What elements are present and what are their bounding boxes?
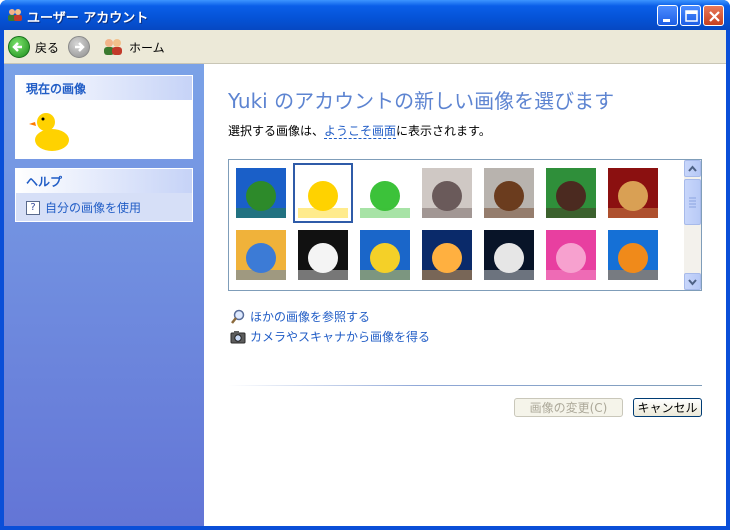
magnifier-icon: [231, 309, 245, 324]
camera-scanner-label: カメラやスキャナから画像を得る: [250, 330, 431, 344]
title-bar[interactable]: ユーザー アカウント: [0, 0, 730, 30]
picture-karate[interactable]: [422, 168, 472, 218]
picture-frog[interactable]: [360, 168, 410, 218]
picture-flower[interactable]: [546, 230, 596, 280]
minimize-icon: [663, 19, 670, 22]
help-title: ヘルプ: [16, 169, 192, 193]
toolbar: 戻る ホーム: [4, 30, 726, 64]
camera-scanner-link[interactable]: カメラやスキャナから画像を得る: [230, 328, 430, 345]
home-label: ホーム: [129, 40, 165, 55]
user-accounts-icon: [8, 9, 22, 21]
picture-fish-image: [608, 230, 658, 280]
picture-skateboarder[interactable]: [546, 168, 596, 218]
picture-karate-image: [422, 168, 472, 218]
forward-button[interactable]: [68, 35, 90, 59]
main-content: Yuki のアカウントの新しい画像を選びます 選択する画像は、ようこそ画面に表示…: [204, 64, 726, 526]
use-own-picture-label: 自分の画像を使用: [45, 201, 142, 215]
current-picture-duck: [25, 105, 75, 155]
picture-chess-image: [608, 168, 658, 218]
picture-skateboarder-image: [546, 168, 596, 218]
subtitle: 選択する画像は、ようこそ画面に表示されます。: [228, 122, 491, 139]
scroll-down-button[interactable]: [684, 273, 701, 290]
picture-astronaut-image: [484, 230, 534, 280]
sidebar: 現在の画像 ヘルプ ? 自分の画像を使用: [4, 64, 204, 526]
picture-guitar[interactable]: [484, 168, 534, 218]
current-picture-title: 現在の画像: [16, 76, 192, 100]
picture-soccer-ball-image: [298, 230, 348, 280]
change-picture-button[interactable]: 画像の変更(C): [514, 398, 623, 417]
picture-palm-trees[interactable]: [236, 168, 286, 218]
browse-pictures-label: ほかの画像を参照する: [250, 310, 371, 324]
scroll-up-button[interactable]: [684, 160, 701, 177]
picture-beach-chairs[interactable]: [236, 230, 286, 280]
back-label: 戻る: [35, 40, 60, 55]
picture-dirt-bike-image: [360, 230, 410, 280]
chevron-up-icon: [688, 165, 697, 172]
current-picture-panel: 現在の画像: [15, 75, 193, 159]
minimize-button[interactable]: [657, 5, 678, 26]
subtitle-suffix: に表示されます。: [396, 124, 491, 138]
cancel-button[interactable]: キャンセル: [633, 398, 702, 417]
picture-fish[interactable]: [608, 230, 658, 280]
picture-dirt-bike[interactable]: [360, 230, 410, 280]
help-icon: ?: [26, 200, 40, 215]
picture-duck-image: [298, 168, 348, 218]
picture-guitar-image: [484, 168, 534, 218]
use-own-picture-link[interactable]: ? 自分の画像を使用: [16, 193, 192, 222]
picture-grid: [228, 159, 702, 291]
close-button[interactable]: [703, 5, 724, 26]
forward-arrow-icon: [68, 36, 90, 58]
picture-chess[interactable]: [608, 168, 658, 218]
current-picture-body: [16, 100, 192, 158]
picture-space-shuttle[interactable]: [422, 230, 472, 280]
picture-soccer-ball[interactable]: [298, 230, 348, 280]
picture-flower-image: [546, 230, 596, 280]
users-home-icon: [104, 39, 122, 55]
back-arrow-icon: [8, 36, 30, 58]
user-accounts-window: ユーザー アカウント 戻る ホーム 現在の画像 ヘルプ ? 自分の画像を使用 Y…: [0, 0, 730, 530]
scroll-thumb[interactable]: [684, 179, 701, 225]
maximize-button[interactable]: [680, 5, 701, 26]
picture-duck[interactable]: [293, 163, 353, 223]
picture-palm-trees-image: [236, 168, 286, 218]
welcome-screen-link[interactable]: ようこそ画面: [324, 124, 397, 139]
close-icon: [709, 11, 720, 22]
back-button[interactable]: 戻る: [8, 35, 59, 59]
chevron-down-icon: [688, 279, 697, 286]
picture-frog-image: [360, 168, 410, 218]
camera-icon: [230, 330, 246, 343]
home-button[interactable]: ホーム: [102, 35, 165, 59]
picture-space-shuttle-image: [422, 230, 472, 280]
subtitle-prefix: 選択する画像は、: [228, 124, 325, 138]
window-title: ユーザー アカウント: [27, 11, 149, 26]
separator: [228, 385, 702, 386]
client-area: 戻る ホーム 現在の画像 ヘルプ ? 自分の画像を使用 Yuki のアカウントの…: [4, 30, 726, 526]
maximize-icon: [685, 10, 698, 22]
picture-astronaut[interactable]: [484, 230, 534, 280]
picture-beach-chairs-image: [236, 230, 286, 280]
browse-pictures-link[interactable]: ほかの画像を参照する: [230, 308, 370, 325]
help-panel: ヘルプ ? 自分の画像を使用: [15, 168, 193, 222]
vertical-scrollbar[interactable]: [684, 160, 701, 290]
page-title: Yuki のアカウントの新しい画像を選びます: [228, 89, 615, 113]
